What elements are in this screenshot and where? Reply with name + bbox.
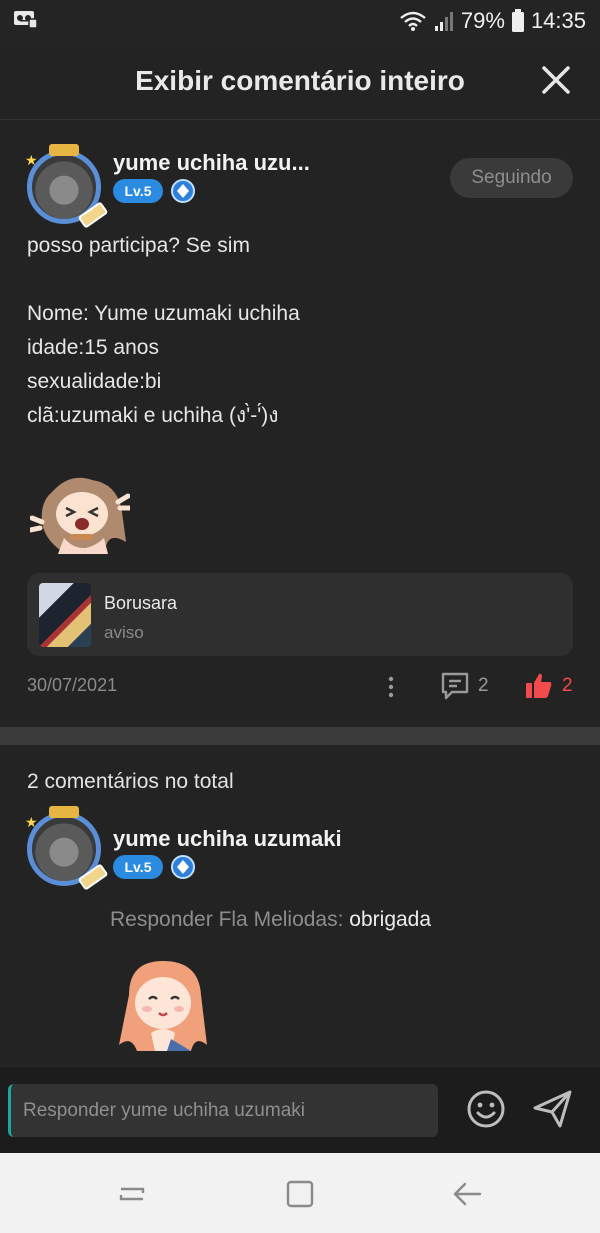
page-title: Exibir comentário inteiro xyxy=(135,64,465,96)
close-button[interactable] xyxy=(540,64,572,96)
battery-percent: 79% xyxy=(460,8,505,33)
recent-apps-icon xyxy=(119,1187,145,1201)
comments-total: 2 comentários no total xyxy=(27,770,234,793)
linked-post-card[interactable]: Borusara aviso xyxy=(27,573,573,656)
like-button[interactable] xyxy=(524,671,554,701)
post: ★ yume uchiha uzu... Lv.5 Seguindo posso… xyxy=(0,122,600,727)
star-icon: ★ xyxy=(25,814,38,830)
comment-icon xyxy=(441,672,469,700)
comment-reply: Responder Fla Meliodas: obrigada xyxy=(110,908,431,932)
post-footer: 30/07/2021 2 2 xyxy=(0,667,600,707)
signal-icon xyxy=(433,10,455,32)
comment-author[interactable]: yume uchiha uzumaki xyxy=(113,826,342,852)
composer xyxy=(0,1066,600,1153)
send-button[interactable] xyxy=(532,1088,574,1130)
send-icon xyxy=(533,1090,572,1128)
battery-icon xyxy=(511,9,525,33)
sticker-image xyxy=(27,472,133,554)
comment-count: 2 xyxy=(478,675,489,696)
voicemail-icon xyxy=(14,9,38,34)
post-date: 30/07/2021 xyxy=(27,675,118,695)
section-divider xyxy=(0,727,600,745)
wifi-icon xyxy=(399,10,427,32)
close-icon xyxy=(542,66,570,94)
more-options-button[interactable] xyxy=(382,673,400,701)
emoji-icon xyxy=(467,1090,505,1128)
back-button[interactable] xyxy=(450,1177,484,1211)
home-icon xyxy=(286,1180,314,1208)
post-body: posso participa? Se sim Nome: Yume uzuma… xyxy=(27,234,300,427)
like-icon xyxy=(526,673,552,698)
avatar-crown xyxy=(49,806,79,818)
comment-avatar[interactable]: ★ xyxy=(25,806,109,891)
more-vertical-icon xyxy=(388,676,394,698)
linked-post-thumbnail xyxy=(39,583,91,647)
star-icon: ★ xyxy=(25,152,38,168)
level-badge: Lv.5 xyxy=(113,179,163,203)
post-author[interactable]: yume uchiha uzu... xyxy=(113,150,310,176)
reply-to-label[interactable]: Responder Fla Meliodas: xyxy=(110,908,343,931)
linked-post-subtitle: aviso xyxy=(104,623,144,642)
level-badge: Lv.5 xyxy=(113,855,163,879)
reply-input[interactable] xyxy=(8,1084,438,1137)
following-button[interactable]: Seguindo xyxy=(450,158,573,198)
comment-button[interactable] xyxy=(440,671,470,701)
status-right: 79% 14:35 xyxy=(399,8,586,34)
recent-apps-button[interactable] xyxy=(115,1177,149,1211)
gem-icon xyxy=(171,855,195,879)
reply-text: obrigada xyxy=(349,908,432,931)
header: Exibir comentário inteiro xyxy=(0,42,600,120)
status-time: 14:35 xyxy=(530,8,586,33)
emoji-button[interactable] xyxy=(465,1088,507,1130)
like-count: 2 xyxy=(562,675,573,696)
home-button[interactable] xyxy=(283,1177,317,1211)
avatar-crown xyxy=(49,144,79,156)
gem-icon xyxy=(171,179,195,203)
system-nav-bar xyxy=(0,1153,600,1233)
back-icon xyxy=(453,1182,482,1206)
avatar[interactable]: ★ xyxy=(25,144,109,229)
status-bar: 79% 14:35 xyxy=(0,0,600,42)
status-left xyxy=(14,9,38,34)
linked-post-title: Borusara xyxy=(104,593,178,613)
sticker-image xyxy=(115,955,213,1053)
